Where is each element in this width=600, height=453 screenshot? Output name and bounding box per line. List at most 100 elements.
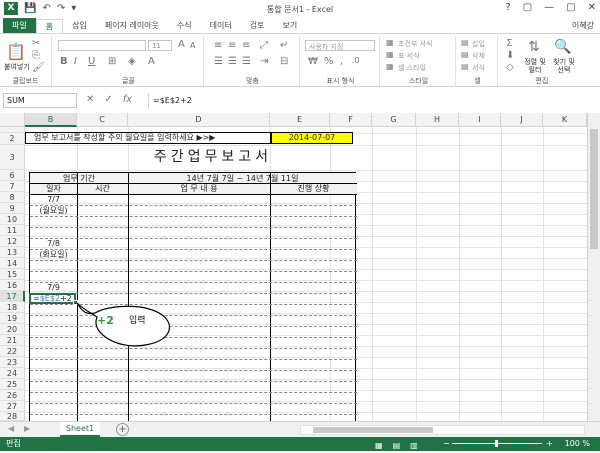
row-header-3[interactable]: 3 — [0, 145, 25, 170]
row-header-16[interactable]: 16 — [0, 280, 25, 291]
cancel-icon[interactable]: ✕ — [86, 94, 94, 105]
number-format-dropdown[interactable]: 사용자 지정 — [305, 40, 375, 51]
format-painter-icon[interactable]: 🖌 — [32, 62, 45, 73]
column-header-c[interactable]: C — [77, 113, 128, 127]
row-header-10[interactable]: 10 — [0, 214, 25, 225]
delete-cells-icon[interactable]: ▤ — [461, 50, 469, 59]
insert-cells-icon[interactable]: ▤ — [461, 38, 469, 47]
ribbon-display-icon[interactable]: ▢ — [523, 2, 532, 13]
cell-style-icon[interactable]: ▦ — [386, 62, 394, 71]
row-header-7[interactable]: 7 — [0, 181, 25, 192]
merge-center-icon[interactable]: ⊟ — [280, 56, 288, 67]
sort-filter-button[interactable]: 정렬 및 필터 — [524, 58, 546, 74]
row-header-24[interactable]: 24 — [0, 368, 25, 379]
close-icon[interactable]: ✕ — [588, 2, 596, 13]
zoom-in-icon[interactable]: + — [546, 437, 553, 451]
row-header-6[interactable]: 6 — [0, 170, 25, 181]
italic-icon[interactable]: I — [74, 56, 77, 67]
tab-page-layout[interactable]: 페이지 레이아웃 — [96, 19, 168, 33]
sheet-tab-sheet1[interactable]: Sheet1 — [60, 422, 100, 437]
tab-data[interactable]: 데이터 — [201, 19, 241, 33]
column-header-j[interactable]: J — [501, 113, 543, 127]
indent-icon[interactable]: ⇥ — [260, 56, 268, 67]
column-header-e[interactable]: E — [270, 113, 330, 127]
format-cells-icon[interactable]: ▤ — [461, 62, 469, 71]
column-header-k[interactable]: K — [543, 113, 587, 127]
paste-icon[interactable]: 📋 — [6, 42, 26, 61]
column-header-b[interactable]: B — [25, 113, 77, 127]
help-icon[interactable]: ? — [505, 2, 510, 13]
find-select-button[interactable]: 찾기 및 선택 — [550, 58, 578, 74]
row-header-20[interactable]: 20 — [0, 324, 25, 335]
row-header-26[interactable]: 26 — [0, 390, 25, 401]
align-bottom-icon[interactable]: ≡ — [242, 40, 250, 51]
add-sheet-icon[interactable]: + — [116, 423, 129, 436]
conditional-format-button[interactable]: 조건부 서식 — [398, 39, 432, 49]
insert-cells-button[interactable]: 삽입 — [472, 39, 485, 49]
column-header-h[interactable]: H — [416, 113, 459, 127]
align-top-icon[interactable]: ≡ — [214, 40, 222, 51]
horizontal-scroll-thumb[interactable] — [313, 427, 433, 433]
cut-icon[interactable]: ✂ — [32, 38, 40, 49]
delete-cells-button[interactable]: 삭제 — [472, 51, 485, 61]
clear-icon[interactable]: ◇ — [506, 62, 514, 73]
column-header-d[interactable]: D — [128, 113, 270, 127]
tab-formulas[interactable]: 수식 — [168, 19, 201, 33]
tab-file[interactable]: 파일 — [3, 18, 36, 33]
wrap-text-icon[interactable]: ↵ — [280, 40, 288, 51]
increase-decimal-icon[interactable]: .0 — [352, 56, 360, 65]
worksheet-grid[interactable]: 업무 보고서를 작성할 주의 월요일을 입력하세요 ▶>▶ 2014-07-07… — [25, 127, 587, 421]
comma-icon[interactable]: , — [340, 56, 343, 67]
orientation-icon[interactable]: ⤢ — [260, 40, 268, 51]
underline-icon[interactable]: U — [88, 56, 95, 67]
row-header-22[interactable]: 22 — [0, 346, 25, 357]
vertical-scrollbar[interactable] — [587, 113, 600, 421]
select-all-corner[interactable] — [0, 113, 25, 127]
shrink-font-icon[interactable]: A — [190, 41, 195, 50]
maximize-icon[interactable]: ▢ — [566, 2, 575, 13]
tab-insert[interactable]: 삽입 — [63, 19, 96, 33]
enter-icon[interactable]: ✓ — [104, 94, 112, 105]
row-header-12[interactable]: 12 — [0, 236, 25, 247]
border-icon[interactable]: ⊞ — [108, 56, 116, 67]
font-name-dropdown[interactable] — [58, 40, 146, 51]
tab-review[interactable]: 검토 — [241, 19, 274, 33]
next-sheet-icon[interactable]: ▶ — [24, 424, 30, 433]
row-header-18[interactable]: 18 — [0, 302, 25, 313]
align-right-icon[interactable]: ☰ — [242, 56, 251, 67]
vertical-scroll-thumb[interactable] — [590, 129, 598, 249]
row-header-14[interactable]: 14 — [0, 258, 25, 269]
row-header-21[interactable]: 21 — [0, 335, 25, 346]
fill-icon[interactable]: ⬇ — [506, 50, 514, 61]
row-header-27[interactable]: 27 — [0, 401, 25, 412]
currency-icon[interactable]: ₩ — [308, 56, 318, 67]
row-header-11[interactable]: 11 — [0, 225, 25, 236]
paste-button-label[interactable]: 붙여넣기 — [4, 62, 30, 72]
percent-icon[interactable]: % — [324, 56, 334, 67]
minimize-icon[interactable]: — — [544, 2, 554, 13]
tab-home[interactable]: 홈 — [35, 19, 64, 33]
fill-color-icon[interactable]: ◈ — [128, 56, 136, 67]
row-header-15[interactable]: 15 — [0, 269, 25, 280]
font-size-dropdown[interactable]: 11 — [148, 40, 172, 51]
column-header-g[interactable]: G — [372, 113, 416, 127]
cell-style-button[interactable]: 셀 스타일 — [398, 63, 426, 73]
find-select-icon[interactable]: 🔍 — [554, 39, 571, 55]
bold-icon[interactable]: B — [60, 56, 68, 67]
insert-function-icon[interactable]: fx — [123, 94, 132, 105]
column-header-i[interactable]: I — [459, 113, 501, 127]
autosum-icon[interactable]: Σ — [506, 38, 512, 49]
align-left-icon[interactable]: ☰ — [214, 56, 223, 67]
row-header-2[interactable]: 2 — [0, 133, 25, 145]
zoom-slider-knob[interactable] — [495, 440, 498, 447]
grow-font-icon[interactable]: A — [178, 39, 185, 50]
row-header-9[interactable]: 9 — [0, 203, 25, 214]
align-middle-icon[interactable]: ≡ — [228, 40, 236, 51]
zoom-out-icon[interactable]: − — [443, 437, 450, 451]
row-header-17[interactable]: 17 — [0, 291, 25, 302]
row-header-19[interactable]: 19 — [0, 313, 25, 324]
column-header-f[interactable]: F — [330, 113, 372, 127]
sort-filter-icon[interactable]: ⇅ — [528, 39, 540, 55]
align-center-icon[interactable]: ☰ — [228, 56, 237, 67]
row-header-13[interactable]: 13 — [0, 247, 25, 258]
